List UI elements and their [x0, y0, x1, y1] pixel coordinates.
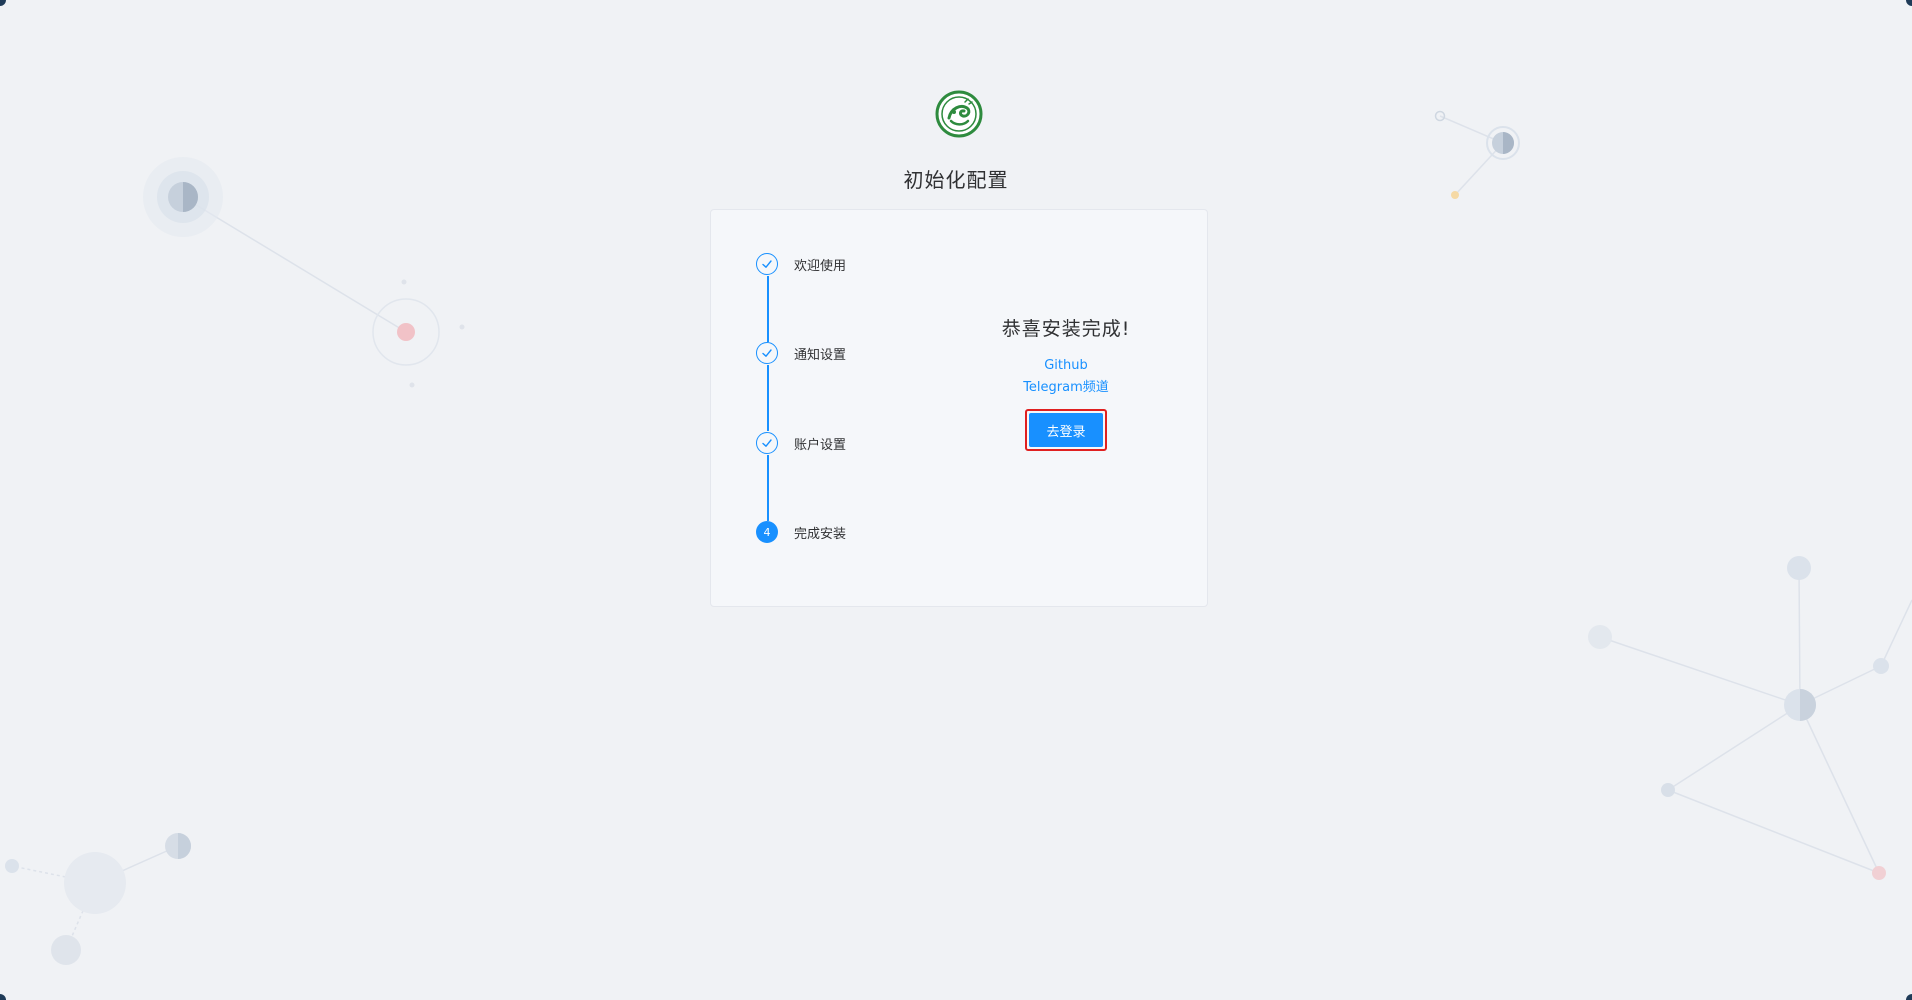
check-icon — [756, 253, 778, 275]
step-label: 通知设置 — [794, 347, 847, 363]
step-number-badge: 4 — [756, 521, 778, 543]
step-connector-line — [767, 365, 769, 431]
telegram-channel-link[interactable]: Telegram频道 — [951, 377, 1181, 399]
step-notification-settings: 通知设置 — [756, 341, 846, 365]
links-group: Github Telegram频道 — [951, 355, 1181, 399]
page-root: 初始化配置 欢迎使用 通知设置 账户设置 4 完成安装 恭喜安装完成! Gith… — [0, 0, 1912, 1000]
step-welcome: 欢迎使用 — [756, 252, 846, 276]
page-title: 初始化配置 — [903, 168, 1009, 192]
completion-title: 恭喜安装完成! — [1001, 318, 1131, 340]
login-button-highlight: 去登录 — [1025, 409, 1107, 451]
step-connector-line — [767, 276, 769, 342]
step-connector-line — [767, 455, 769, 521]
step-finish-install: 4 完成安装 — [756, 520, 846, 544]
window-corner-bottom-right — [1906, 994, 1912, 1000]
dragon-emblem-icon — [935, 90, 983, 138]
step-account-settings: 账户设置 — [756, 431, 846, 455]
setup-steps: 欢迎使用 通知设置 账户设置 4 完成安装 — [756, 252, 916, 572]
step-label: 账户设置 — [794, 437, 847, 453]
check-icon — [756, 432, 778, 454]
step-label: 完成安装 — [794, 526, 847, 542]
setup-card: 欢迎使用 通知设置 账户设置 4 完成安装 恭喜安装完成! Github Tel… — [710, 209, 1208, 607]
go-login-button[interactable]: 去登录 — [1029, 413, 1103, 447]
completion-panel: 恭喜安装完成! Github Telegram频道 去登录 — [951, 314, 1181, 451]
github-link[interactable]: Github — [951, 355, 1181, 377]
check-icon — [756, 342, 778, 364]
step-label: 欢迎使用 — [794, 258, 847, 274]
